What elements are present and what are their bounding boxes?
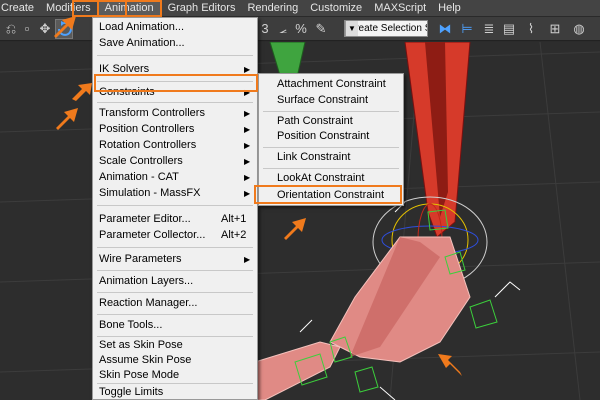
- menu-separator: [263, 147, 399, 148]
- menu-item-skin-pose-mode[interactable]: Skin Pose Mode: [93, 367, 257, 384]
- menu-item-label: Position Constraint: [277, 130, 370, 142]
- submenu-arrow-icon: ▶: [244, 141, 251, 150]
- menu-item-label: Animation Layers...: [99, 275, 194, 287]
- highlight-orientation-constraint: [254, 185, 402, 204]
- menu-item-label: Save Animation...: [99, 37, 185, 49]
- menu-item-attachment-constraint[interactable]: Attachment Constraint: [259, 76, 403, 93]
- menu-item-parameter-editor[interactable]: Parameter Editor... Alt+1: [93, 211, 257, 228]
- percent-snap-icon[interactable]: %: [292, 20, 310, 38]
- menu-item-position-controllers[interactable]: Position Controllers ▶: [93, 121, 257, 138]
- menu-separator: [97, 270, 253, 271]
- spinner-snap-icon[interactable]: ⦟: [274, 20, 292, 38]
- menu-item-surface-constraint[interactable]: Surface Constraint: [259, 92, 403, 109]
- menu-item-label: Parameter Collector...: [99, 229, 206, 241]
- arrow-icon: [56, 108, 78, 130]
- menu-item-scale-controllers[interactable]: Scale Controllers ▶: [93, 153, 257, 170]
- graph-editor-icon[interactable]: ⌇: [522, 20, 540, 38]
- named-selection-sets-dropdown[interactable]: Create Selection Se ▼: [344, 20, 428, 37]
- menu-separator: [97, 314, 253, 315]
- submenu-arrow-icon: ▶: [244, 255, 251, 264]
- arrow-icon: [438, 354, 462, 376]
- menu-item-label: Parameter Editor...: [99, 213, 191, 225]
- menu-item-link-constraint[interactable]: Link Constraint: [259, 149, 403, 166]
- menu-item-shortcut: Alt+1: [221, 213, 247, 225]
- menu-item-label: Reaction Manager...: [99, 297, 198, 309]
- menu-separator: [97, 55, 253, 56]
- highlight-animation-menu: [72, 0, 127, 17]
- menu-separator: [97, 292, 253, 293]
- mirror-icon[interactable]: ⧓: [436, 20, 454, 38]
- menu-item-transform-controllers[interactable]: Transform Controllers ▶: [93, 105, 257, 122]
- menu-item-label: Bone Tools...: [99, 319, 163, 331]
- submenu-arrow-icon: ▶: [244, 109, 251, 118]
- arrow-icon: [72, 83, 92, 101]
- menu-item-label: Load Animation...: [99, 21, 185, 33]
- menu-separator: [97, 247, 253, 248]
- menu-item-animation-layers[interactable]: Animation Layers...: [93, 273, 257, 290]
- menu-item-label: Transform Controllers: [99, 107, 205, 119]
- menu-item-label: Position Controllers: [99, 123, 195, 135]
- menu-item-parameter-collector[interactable]: Parameter Collector... Alt+2: [93, 227, 257, 244]
- arrow-icon: [54, 16, 76, 38]
- scene-explorer-icon[interactable]: ▤: [500, 20, 518, 38]
- menu-item-label: Wire Parameters: [99, 253, 182, 265]
- menu-separator: [97, 102, 253, 103]
- menu-item-reaction-manager[interactable]: Reaction Manager...: [93, 295, 257, 312]
- menu-customize[interactable]: Customize: [304, 0, 368, 17]
- menu-item-toggle-limits[interactable]: Toggle Limits: [93, 384, 257, 400]
- menu-item-label: Surface Constraint: [277, 94, 369, 106]
- chevron-down-icon: ▼: [345, 21, 358, 36]
- align-icon[interactable]: ⊨: [458, 20, 476, 38]
- menu-separator: [263, 111, 399, 112]
- schematic-view-icon[interactable]: ⊞: [546, 20, 564, 38]
- menu-separator: [97, 205, 253, 206]
- menu-item-rotation-controllers[interactable]: Rotation Controllers ▶: [93, 137, 257, 154]
- menu-item-label: Attachment Constraint: [277, 78, 386, 90]
- menu-item-label: Scale Controllers: [99, 155, 183, 167]
- snap-icon[interactable]: 3: [256, 20, 274, 38]
- menu-help[interactable]: Help: [432, 0, 467, 17]
- menu-item-label: Rotation Controllers: [99, 139, 197, 151]
- menu-item-animation-cat[interactable]: Animation - CAT ▶: [93, 169, 257, 186]
- submenu-arrow-icon: ▶: [244, 189, 251, 198]
- submenu-arrow-icon: ▶: [244, 125, 251, 134]
- layer-icon[interactable]: ≣: [480, 20, 498, 38]
- material-editor-icon[interactable]: ◍: [570, 20, 588, 38]
- main-toolbar: ⎌ ▫ ✥ 3 ⦟ % ✎ Create Selection Se ▼ ⧓ ⊨ …: [0, 17, 600, 41]
- menu-item-label: Toggle Limits: [99, 386, 164, 398]
- menu-graph-editors[interactable]: Graph Editors: [162, 0, 242, 17]
- highlight-constraints-item: [94, 74, 258, 92]
- menu-item-label: Simulation - MassFX: [99, 187, 201, 199]
- menu-item-position-constraint[interactable]: Position Constraint: [259, 128, 403, 145]
- arrow-icon: [284, 218, 306, 240]
- menu-item-load-animation[interactable]: Load Animation...: [93, 19, 257, 36]
- submenu-arrow-icon: ▶: [244, 173, 251, 182]
- menu-separator: [263, 168, 399, 169]
- submenu-arrow-icon: ▶: [244, 157, 251, 166]
- menu-item-bone-tools[interactable]: Bone Tools...: [93, 317, 257, 334]
- named-selection-icon[interactable]: ✎: [312, 20, 330, 38]
- menu-item-simulation-massfx[interactable]: Simulation - MassFX ▶: [93, 185, 257, 202]
- menu-rendering[interactable]: Rendering: [241, 0, 304, 17]
- menu-item-shortcut: Alt+2: [221, 229, 247, 241]
- menu-item-wire-parameters[interactable]: Wire Parameters ▶: [93, 251, 257, 268]
- menu-item-label: Skin Pose Mode: [99, 369, 180, 381]
- menu-item-save-animation[interactable]: Save Animation...: [93, 35, 257, 52]
- select-object-icon[interactable]: ▫: [18, 20, 36, 38]
- menu-create[interactable]: Create: [0, 0, 40, 17]
- menu-maxscript[interactable]: MAXScript: [368, 0, 432, 17]
- menu-item-label: Animation - CAT: [99, 171, 179, 183]
- menu-item-label: Link Constraint: [277, 151, 351, 163]
